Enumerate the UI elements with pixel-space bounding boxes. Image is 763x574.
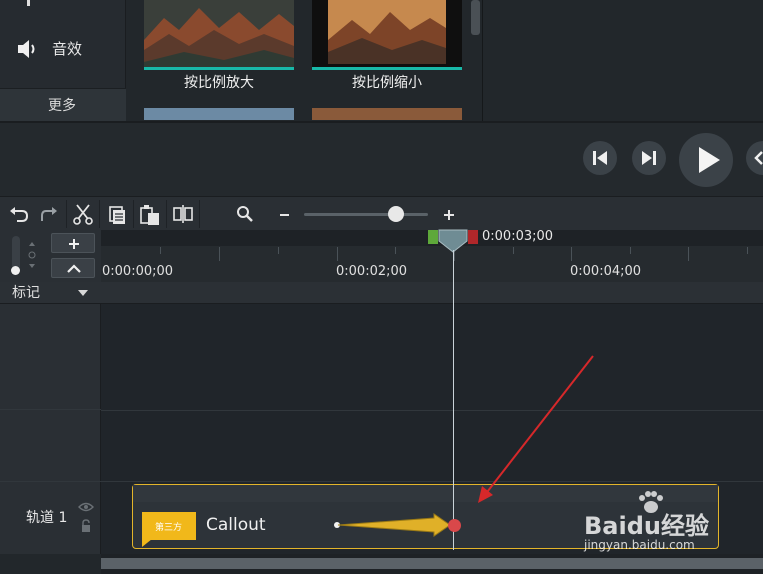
cut-button[interactable] — [68, 199, 98, 229]
ruler-tick — [160, 247, 161, 254]
library-scrollbar[interactable] — [471, 0, 480, 35]
playhead-time: 0:00:03;00 — [482, 229, 554, 244]
toolbar-separator — [66, 200, 67, 228]
timeline-toolbar — [0, 196, 763, 230]
selection-end-handle[interactable] — [468, 230, 478, 244]
step-back-icon — [593, 151, 607, 165]
thumbnail-label: 按比例缩小 — [352, 75, 422, 91]
toolbar-separator — [199, 200, 200, 228]
annotation-arrow — [478, 355, 594, 503]
track-separator — [0, 409, 101, 410]
selection-start-handle[interactable] — [428, 230, 438, 244]
track-label: 轨道 1 — [26, 510, 68, 526]
copy-icon — [109, 206, 125, 224]
step-forward-icon — [642, 151, 656, 165]
toolbar-separator — [99, 200, 100, 228]
step-back-button[interactable] — [583, 141, 617, 175]
ruler-tick — [747, 247, 748, 254]
timeline-horizontal-scrollbar[interactable] — [101, 558, 763, 569]
player-controls — [0, 121, 763, 196]
track-height-handle[interactable] — [11, 266, 20, 275]
zoom-in-button[interactable] — [434, 199, 464, 229]
zoom-fit-button[interactable] — [230, 199, 260, 229]
thumbnail-image — [312, 0, 462, 70]
nav-more-button[interactable]: 更多 — [0, 88, 126, 121]
magnifier-icon — [237, 206, 253, 222]
watermark-url: jingyan.baidu.com — [584, 538, 695, 552]
ruler-tick — [337, 247, 338, 261]
split-button[interactable] — [168, 199, 198, 229]
nav-item-audio[interactable]: 音效 — [0, 28, 126, 68]
ruler-tick — [219, 247, 220, 261]
nav-more-label: 更多 — [48, 98, 76, 114]
nav-audio-label: 音效 — [52, 40, 83, 58]
thumbnail-image[interactable] — [312, 108, 462, 120]
scissors-icon — [73, 204, 93, 225]
ruler-tick — [278, 247, 279, 254]
next-button[interactable] — [746, 141, 763, 175]
callout-tag-text: 第三方 — [155, 523, 183, 533]
split-icon — [173, 205, 193, 223]
caret-down-icon[interactable] — [77, 288, 89, 298]
eye-icon[interactable] — [78, 501, 94, 513]
track-controls-header — [0, 230, 101, 282]
thumbnail-scale-down[interactable]: 按比例缩小 — [312, 0, 462, 120]
speaker-icon — [18, 40, 35, 58]
ruler-tick — [688, 247, 689, 261]
undo-icon — [10, 207, 29, 222]
plus-icon — [69, 239, 79, 249]
keyframe-marker[interactable] — [448, 519, 461, 532]
redo-icon — [41, 207, 57, 221]
nav-item-partial[interactable] — [0, 0, 126, 14]
library-nav: 音效 更多 — [0, 0, 126, 121]
thumbnail-image[interactable] — [144, 108, 294, 120]
track-separator — [0, 481, 101, 482]
redo-button[interactable] — [34, 199, 64, 229]
zoom-slider-track[interactable] — [304, 213, 428, 216]
zoom-out-button[interactable] — [270, 199, 300, 229]
ruler-tick — [571, 247, 572, 261]
playhead-line — [453, 250, 454, 550]
ruler-time-label: 0:00:04;00 — [570, 264, 642, 279]
watermark: Baidu经验 jingyan.baidu.com — [584, 491, 763, 554]
scroll-corner — [0, 554, 101, 574]
track-separator — [101, 410, 763, 411]
ruler-tick — [395, 247, 396, 254]
paste-button[interactable] — [135, 199, 165, 229]
panel-divider[interactable] — [482, 0, 483, 121]
paste-icon — [140, 205, 159, 225]
ruler-tick — [630, 247, 631, 254]
markers-row: 标记 — [0, 282, 763, 304]
callout-thumbnail: 第三方 — [142, 512, 196, 547]
callout-tail-icon — [142, 539, 152, 547]
partial-icon — [27, 0, 30, 6]
toolbar-separator — [166, 200, 167, 228]
lock-icon[interactable] — [80, 519, 92, 533]
thumbnail-scale-up[interactable]: 按比例放大 — [144, 0, 294, 120]
copy-button[interactable] — [102, 199, 132, 229]
minus-icon — [280, 214, 289, 216]
toolbar-separator — [133, 200, 134, 228]
undo-button[interactable] — [4, 199, 34, 229]
zoom-arrows-icon — [28, 242, 36, 268]
plus-icon — [444, 210, 454, 220]
chevron-icon — [754, 151, 763, 165]
step-forward-button[interactable] — [632, 141, 666, 175]
thumbnail-image — [144, 0, 294, 70]
chevron-up-icon — [67, 264, 81, 273]
ruler-time-label: 0:00:00;00 — [102, 264, 174, 279]
zoom-slider-handle[interactable] — [388, 206, 404, 222]
add-track-button[interactable] — [51, 233, 95, 253]
thumbnail-label: 按比例放大 — [184, 75, 254, 91]
play-button[interactable] — [679, 133, 733, 187]
clip-name: Callout — [206, 515, 266, 535]
track-separator — [101, 481, 763, 482]
collapse-tracks-button[interactable] — [51, 258, 95, 278]
play-icon — [699, 147, 720, 173]
ruler-tick — [513, 247, 514, 254]
ruler-time-label: 0:00:02;00 — [336, 264, 408, 279]
watermark-brand: Baidu经验 — [584, 512, 709, 540]
markers-label: 标记 — [12, 285, 40, 301]
